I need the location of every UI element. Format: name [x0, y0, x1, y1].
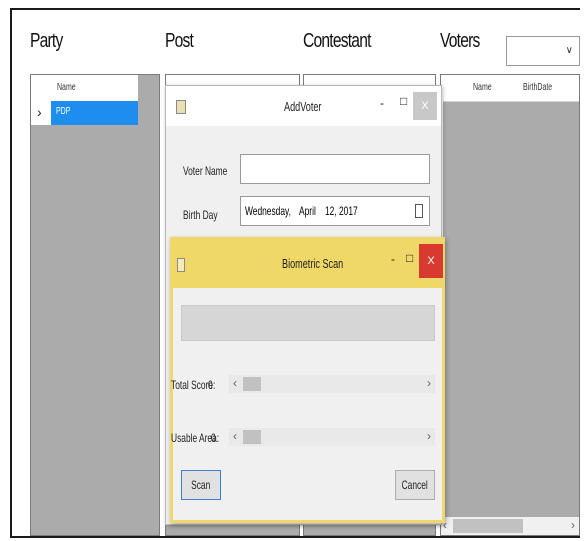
voters-col-name[interactable]: Name: [473, 82, 492, 93]
cancel-button-label: Cancel: [401, 478, 429, 492]
post-header: Post: [165, 30, 194, 52]
chevron-down-icon: ∨: [565, 45, 573, 56]
fingerprint-image-area: [181, 305, 435, 341]
minimize-button[interactable]: -: [391, 252, 395, 266]
party-header: Party: [30, 30, 63, 52]
scan-button[interactable]: Scan: [181, 470, 221, 500]
voter-name-label: Voter Name: [183, 164, 228, 178]
biometric-scan-dialog: Biometric Scan - □ X Total Score: 0 ‹ › …: [170, 237, 445, 523]
voter-name-input[interactable]: [240, 154, 430, 184]
app-icon: [176, 100, 186, 114]
cancel-button[interactable]: Cancel: [395, 470, 435, 500]
birth-day-picker[interactable]: Wednesday, April 12, 2017: [240, 196, 430, 226]
scrollbar-thumb[interactable]: [453, 519, 523, 533]
voters-horizontal-scrollbar[interactable]: ‹ ›: [441, 517, 579, 535]
maximize-button[interactable]: □: [400, 94, 407, 108]
biometric-titlebar[interactable]: Biometric Scan - □ X: [173, 240, 443, 288]
scroll-left-icon[interactable]: ‹: [233, 376, 237, 390]
voters-header: Voters: [440, 30, 480, 52]
add-voter-titlebar[interactable]: AddVoter - □ X: [166, 86, 441, 126]
voters-grid[interactable]: Name BirthDate ‹ ›: [440, 74, 580, 536]
birth-day-month: April: [299, 204, 316, 218]
close-button[interactable]: X: [419, 244, 443, 278]
voters-dropdown[interactable]: ∨: [506, 36, 580, 66]
contestant-header: Contestant: [303, 30, 371, 52]
scroll-right-icon[interactable]: ›: [427, 376, 431, 390]
party-grid[interactable]: Name › PDP: [30, 74, 160, 536]
birth-day-weekday: Wednesday,: [245, 204, 291, 218]
usable-area-slider[interactable]: ‹ ›: [229, 428, 435, 446]
usable-area-value: 0: [211, 431, 216, 445]
minimize-button[interactable]: -: [380, 96, 384, 110]
scroll-right-icon[interactable]: ›: [427, 429, 431, 443]
scroll-left-icon[interactable]: ‹: [233, 429, 237, 443]
biometric-title: Biometric Scan: [282, 256, 344, 271]
total-score-slider[interactable]: ‹ ›: [229, 375, 435, 393]
app-icon: [177, 258, 185, 272]
party-col-name[interactable]: Name: [57, 82, 76, 93]
party-row-header: ›: [31, 101, 52, 125]
scroll-right-icon[interactable]: ›: [571, 518, 575, 532]
voters-grid-header: Name BirthDate: [441, 75, 579, 102]
slider-thumb[interactable]: [243, 430, 261, 444]
total-score-value: 0: [208, 378, 213, 392]
party-grid-header: Name: [31, 75, 138, 102]
party-name-cell: PDP: [56, 106, 71, 117]
close-button[interactable]: X: [413, 92, 437, 120]
voters-col-birthdate[interactable]: BirthDate: [523, 82, 552, 93]
row-pointer-icon: ›: [37, 104, 42, 120]
birth-day-date: 12, 2017: [325, 204, 358, 218]
birth-day-label: Birth Day: [183, 208, 218, 222]
slider-thumb[interactable]: [243, 377, 261, 391]
scan-button-label: Scan: [191, 478, 211, 492]
add-voter-title: AddVoter: [284, 99, 322, 114]
calendar-icon[interactable]: [415, 204, 423, 218]
maximize-button[interactable]: □: [406, 251, 413, 265]
table-row[interactable]: PDP: [51, 101, 138, 125]
